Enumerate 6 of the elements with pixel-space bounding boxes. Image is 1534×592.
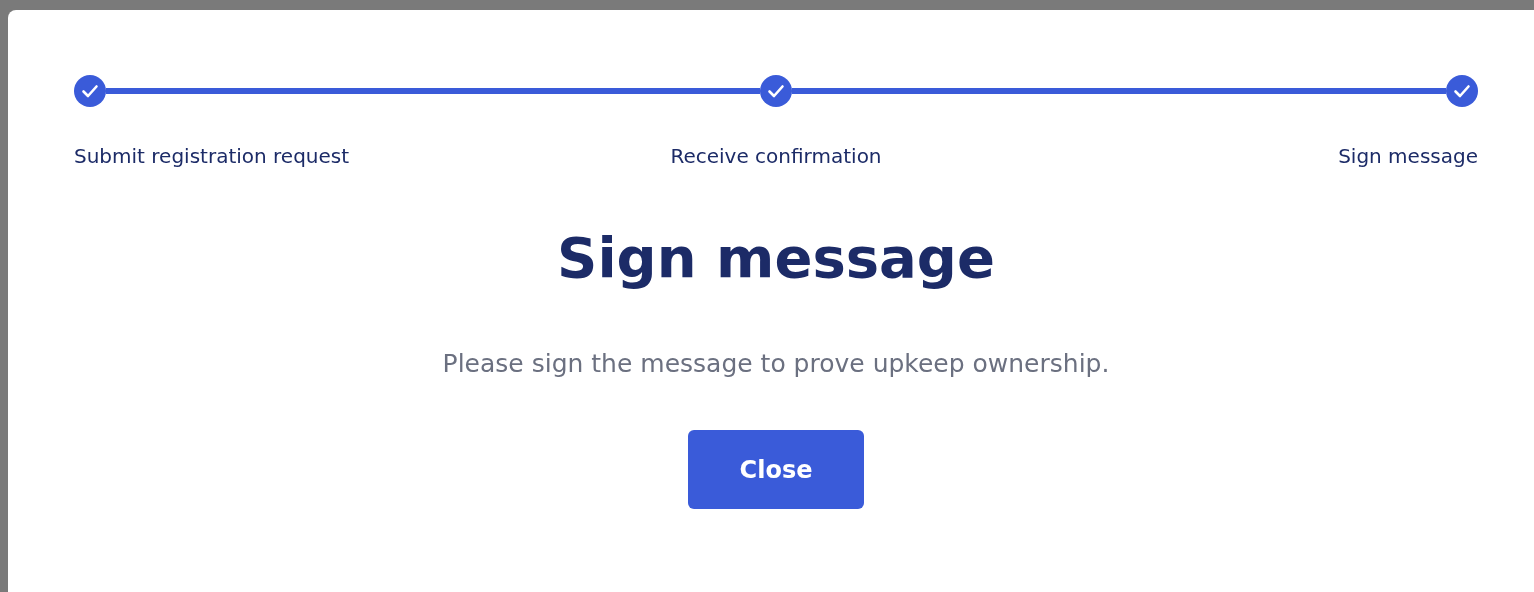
- step-label: Receive confirmation: [670, 144, 882, 168]
- step-label: Submit registration request: [74, 144, 350, 168]
- step-label: Sign message: [1338, 144, 1478, 168]
- dialog-title: Sign message: [557, 224, 995, 292]
- close-button[interactable]: Close: [688, 430, 864, 510]
- dialog-message: Please sign the message to prove upkeep ownership.: [442, 349, 1110, 379]
